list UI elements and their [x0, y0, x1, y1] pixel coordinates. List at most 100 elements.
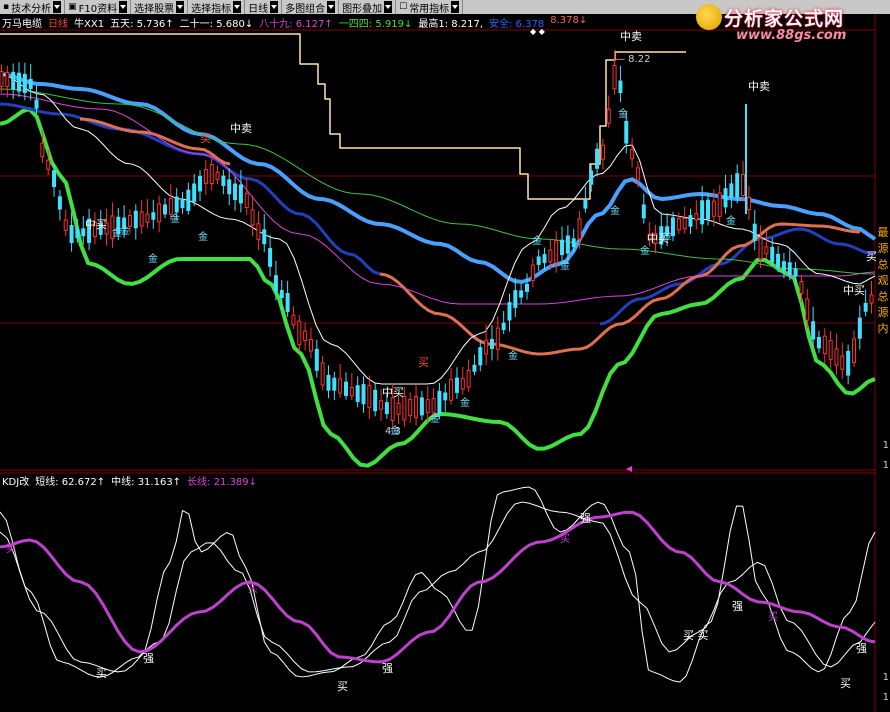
toolbar-item-3[interactable]: 选择指标 [188, 0, 246, 15]
candle-body [793, 268, 798, 277]
candle-body [729, 183, 734, 198]
toolbar-item-5[interactable]: 多图组合 [282, 0, 340, 15]
candle-body [215, 171, 220, 181]
candle-body [414, 396, 419, 418]
right-axis-char: 最 [877, 226, 889, 239]
axis-mark: 1 [882, 460, 889, 471]
candle-body [781, 261, 786, 271]
candle-body [554, 240, 559, 264]
candle-body [63, 219, 68, 231]
label-gold-1: 金 [148, 252, 158, 265]
dropdown-icon[interactable] [451, 1, 460, 13]
candle-body [233, 183, 238, 201]
axis-mark: 1 [882, 440, 889, 451]
main-chart[interactable]: 中卖— 8.22中卖中卖中买中买中买中买买买买4.3金金金金金金金金金金金金金金… [0, 14, 876, 472]
label-gold-3: 金 [170, 212, 180, 225]
candle-body [706, 199, 711, 220]
menu-icon: ▪ [3, 2, 10, 12]
dropdown-icon[interactable] [53, 1, 62, 13]
right-axis-char: 源 [877, 242, 889, 255]
dropdown-icon[interactable] [176, 1, 185, 13]
candle-body [17, 72, 22, 92]
sub-chart-bg [0, 472, 876, 712]
kdj-short: 短线: 62.672↑ [35, 477, 106, 488]
candle-body [846, 350, 851, 376]
right-axis-char: 源 [877, 306, 889, 319]
candle-body [343, 381, 348, 396]
candle-body [437, 390, 442, 414]
candle-body [238, 184, 243, 204]
kdj-label-buy-2: 买 [337, 680, 348, 693]
candle-body [361, 384, 366, 405]
candle-body [811, 321, 816, 340]
label-gold-11: 金 [390, 424, 400, 437]
candle-body [198, 175, 203, 192]
candle-body [869, 294, 874, 304]
kdj-label-qiang-5: 强 [856, 642, 867, 655]
candle-body [425, 399, 430, 413]
candle-body [799, 281, 804, 294]
label-high-price: — 8.22 [615, 54, 650, 65]
candle-body [244, 192, 249, 209]
candle-body [723, 188, 728, 208]
candle-body [279, 290, 284, 298]
candle-body [536, 256, 541, 265]
toolbar-item-7[interactable]: ☐ 常用指标 [396, 0, 464, 15]
toolbar-item-label: 图形叠加 [342, 3, 383, 15]
toolbar-item-6[interactable]: 图形叠加 [339, 0, 397, 15]
candle-body [711, 200, 716, 217]
extra-value: 8.378↓ [550, 15, 588, 26]
candle-body [700, 200, 705, 225]
candle-body [489, 338, 494, 349]
kdj-label-qiang-2: 强 [382, 662, 393, 675]
ma89-value: 八十九: 6.127↑ [259, 19, 333, 30]
dropdown-icon[interactable] [119, 1, 128, 13]
candle-body [472, 364, 477, 372]
candle-body [460, 378, 465, 390]
candle-body [355, 385, 360, 402]
candle-body [466, 369, 471, 388]
candle-body [396, 402, 401, 415]
candle-body [834, 348, 839, 366]
candle-body [571, 238, 576, 248]
candle-body [805, 298, 810, 321]
doc-icon: ▣ [68, 2, 77, 12]
label-gold-13: 金 [460, 396, 470, 409]
toolbar-item-4[interactable]: 日线 [245, 0, 283, 15]
label-gold-8: 金 [640, 244, 650, 257]
toolbar-item-2[interactable]: 选择股票 [131, 0, 189, 15]
right-axis-char: 总 [877, 290, 889, 303]
candle-body [326, 374, 331, 391]
candle-body [227, 179, 232, 195]
candle-body [52, 170, 57, 188]
label-buy-2: 中买 [382, 386, 404, 399]
kdj-label-qiang-1: 强 [143, 652, 154, 665]
dropdown-icon[interactable] [270, 1, 279, 13]
candle-body [717, 192, 722, 217]
kdj-label-qiang-4: 强 [732, 600, 743, 613]
toolbar-item-0[interactable]: ▪ 技术分析 [0, 0, 66, 15]
candle-body [758, 237, 763, 260]
label-buy-1: 中买 [85, 218, 107, 231]
candle-body [0, 71, 4, 87]
candle-body [297, 320, 302, 345]
candle-body [367, 384, 372, 408]
label-gold-14: 金 [508, 349, 518, 362]
label-gold-12: 金 [430, 412, 440, 425]
candle-body [75, 228, 80, 239]
kdj-chart[interactable]: 买强买强强强买 买强买买买买买 [0, 472, 876, 712]
candle-body [484, 339, 489, 355]
ma144-value: 一四四: 5.919↓ [338, 19, 413, 30]
candle-body [28, 78, 33, 90]
dropdown-icon[interactable] [233, 1, 242, 13]
candle-body [5, 71, 10, 87]
label-buy-5: 买 [866, 250, 876, 263]
toolbar-item-label: 常用指标 [409, 3, 450, 15]
candle-body [519, 290, 524, 298]
label-gold-9: 金 [662, 229, 672, 242]
toolbar-item-1[interactable]: ▣ F10资料 [65, 0, 132, 15]
toolbar-item-label: 选择指标 [191, 3, 232, 15]
dropdown-icon[interactable] [327, 1, 336, 13]
dropdown-icon[interactable] [384, 1, 393, 13]
kdj-label-buy-p1: 买 [6, 543, 16, 555]
